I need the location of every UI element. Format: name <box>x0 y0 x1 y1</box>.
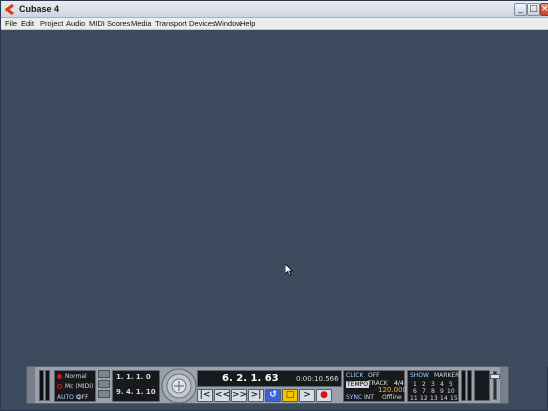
left-locator-button[interactable] <box>98 370 110 378</box>
menu-audio[interactable]: Audio <box>66 19 85 28</box>
rewind-button[interactable]: << <box>214 389 230 402</box>
marker-2[interactable]: 2 <box>422 381 426 388</box>
go-to-end-button[interactable]: >| <box>248 389 264 402</box>
project-workspace[interactable] <box>1 31 548 366</box>
menu-media[interactable]: Media <box>131 19 151 28</box>
window-title: Cubase 4 <box>19 4 60 14</box>
go-to-start-button[interactable]: |< <box>197 389 213 402</box>
input-meter-right <box>45 370 50 401</box>
output-meter-right <box>467 370 472 401</box>
tempo-label[interactable]: TEMPO <box>346 381 369 388</box>
transport-left-edge[interactable] <box>27 367 35 403</box>
show-markers-label[interactable]: SHOW <box>410 372 429 379</box>
menu-scores[interactable]: Scores <box>107 19 130 28</box>
cycle-button[interactable]: ↺ <box>265 389 281 402</box>
right-locator-value[interactable]: 9. 4. 1. 10 <box>116 388 156 396</box>
mouse-cursor-icon <box>285 264 293 276</box>
jog-wheel[interactable] <box>161 368 197 404</box>
punch-in-button[interactable] <box>98 380 110 388</box>
master-volume-fader[interactable] <box>490 374 500 379</box>
marker-label: MARKER <box>434 372 460 379</box>
input-meter-left <box>39 370 44 401</box>
transport-right-edge[interactable] <box>500 367 508 403</box>
bars-position[interactable]: 6. 2. 1. 63 <box>222 373 279 384</box>
marker-7[interactable]: 7 <box>422 388 426 395</box>
tempo-value[interactable]: 120.000 <box>378 386 407 394</box>
sync-source: INT <box>364 394 374 401</box>
menu-devices[interactable]: Devices <box>189 19 216 28</box>
stop-button[interactable]: □ <box>282 389 298 402</box>
record-mode-icon <box>57 374 62 379</box>
marker-12[interactable]: 12 <box>420 395 428 402</box>
click-tempo-sync-section: CLICK OFF TEMPO TRACK 4/4 120.000 SYNC I… <box>343 370 407 402</box>
auto-quantize-value[interactable]: OFF <box>77 394 89 401</box>
output-meter-left <box>461 370 466 401</box>
marker-1[interactable]: 1 <box>413 381 417 388</box>
record-mode-value[interactable]: Normal <box>65 373 87 380</box>
marker-8[interactable]: 8 <box>431 388 435 395</box>
cubase-logo-icon <box>5 4 14 15</box>
mode-section: Normal Mc (MIDI) AUTO Q OFF <box>54 370 96 402</box>
menu-project[interactable]: Project <box>40 19 63 28</box>
marker-11[interactable]: 11 <box>410 395 418 402</box>
menu-bar: File Edit Project Audio MIDI Scores Medi… <box>1 18 548 30</box>
left-locator-value[interactable]: 1. 1. 1. 0 <box>116 373 151 381</box>
marker-10[interactable]: 10 <box>447 388 455 395</box>
record-button[interactable]: ● <box>316 389 332 402</box>
marker-9[interactable]: 9 <box>440 388 444 395</box>
position-display: 6. 2. 1. 63 0:00:10.566 <box>197 370 342 387</box>
marker-14[interactable]: 14 <box>440 395 448 402</box>
marker-5[interactable]: 5 <box>449 381 453 388</box>
sync-label[interactable]: SYNC <box>346 394 362 401</box>
cubase-window: Cubase 4 _ □ × File Edit Project Audio M… <box>0 0 548 411</box>
marker-section: SHOW MARKER 1 2 3 4 5 6 7 8 9 10 11 12 1… <box>407 370 459 402</box>
sync-status: Offline <box>382 394 402 401</box>
marker-3[interactable]: 3 <box>431 381 435 388</box>
right-locator-button[interactable] <box>98 390 110 398</box>
marker-15[interactable]: 15 <box>450 395 458 402</box>
menu-transport[interactable]: Transport <box>155 19 187 28</box>
forward-button[interactable]: >> <box>231 389 247 402</box>
title-bar[interactable]: Cubase 4 _ □ × <box>1 1 548 18</box>
marker-4[interactable]: 4 <box>440 381 444 388</box>
output-activity-display <box>474 370 490 401</box>
close-button[interactable]: × <box>540 3 548 16</box>
maximize-button[interactable]: □ <box>527 3 540 16</box>
locator-display: 1. 1. 1. 0 9. 4. 1. 10 <box>112 370 160 402</box>
midi-input-value[interactable]: Mc (MIDI) <box>65 383 93 390</box>
menu-window[interactable]: Window <box>215 19 242 28</box>
menu-file[interactable]: File <box>5 19 17 28</box>
menu-edit[interactable]: Edit <box>21 19 34 28</box>
menu-help[interactable]: Help <box>240 19 255 28</box>
transport-panel: Normal Mc (MIDI) AUTO Q OFF 1. 1. 1. 0 9… <box>26 366 509 404</box>
click-value[interactable]: OFF <box>368 372 380 379</box>
menu-midi[interactable]: MIDI <box>89 19 105 28</box>
minimize-button[interactable]: _ <box>514 3 527 16</box>
play-button[interactable]: > <box>299 389 315 402</box>
midi-input-icon <box>57 384 62 389</box>
marker-6[interactable]: 6 <box>413 388 417 395</box>
click-label[interactable]: CLICK <box>346 372 363 379</box>
marker-13[interactable]: 13 <box>430 395 438 402</box>
time-position[interactable]: 0:00:10.566 <box>296 375 339 383</box>
